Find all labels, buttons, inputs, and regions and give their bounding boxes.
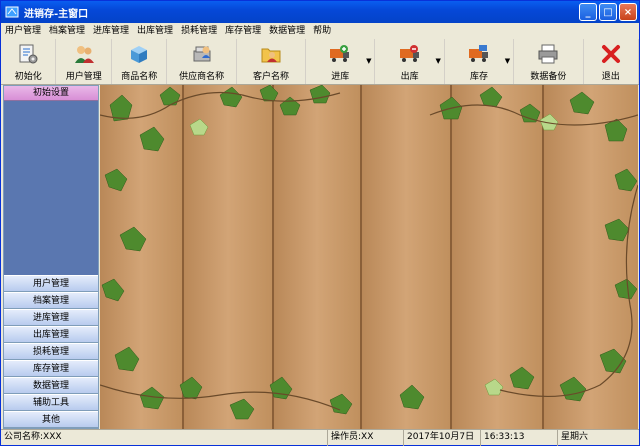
stock-out-dropdown-icon[interactable]: ▼	[435, 57, 440, 65]
init-icon	[16, 42, 40, 66]
status-operator: 操作员:XX	[328, 430, 404, 446]
inventory-dropdown-icon[interactable]: ▼	[505, 57, 510, 65]
exit-x-icon	[599, 42, 623, 66]
exit-button[interactable]: 退出	[584, 39, 639, 84]
menu-archive-management[interactable]: 档案管理	[45, 23, 89, 39]
users-icon	[72, 42, 96, 66]
customer-name-label: 客户名称	[252, 72, 289, 82]
stock-out-button[interactable]: 出库 ▼	[375, 39, 445, 84]
menu-stock-out-management[interactable]: 出库管理	[133, 23, 177, 39]
menu-data-management[interactable]: 数据管理	[265, 23, 309, 39]
sidebar-item-archive-management[interactable]: 档案管理	[4, 292, 98, 309]
truck-in-icon	[328, 42, 352, 66]
stock-in-button[interactable]: 进库 ▼	[306, 39, 376, 84]
init-button[interactable]: 初始化	[1, 39, 57, 84]
menu-help[interactable]: 帮助	[309, 23, 335, 39]
stock-in-label: 进库	[331, 72, 350, 82]
status-time: 16:33:13	[481, 430, 558, 446]
customer-name-button[interactable]: 客户名称	[237, 39, 307, 84]
toolbar: 初始化 用户管理 商品名称 供应商名称 客户名称 进库 ▼ 出库 ▼ 库存 ▼ …	[1, 39, 639, 85]
exit-label: 退出	[601, 72, 620, 82]
stock-in-dropdown-icon[interactable]: ▼	[366, 57, 371, 65]
menu-loss-management[interactable]: 损耗管理	[177, 23, 221, 39]
status-company: 公司名称:XXX	[1, 430, 328, 446]
product-box-icon	[127, 42, 151, 66]
sidebar-item-user-management[interactable]: 用户管理	[4, 275, 98, 292]
sidebar-panel: 初始设置 用户管理 档案管理 进库管理 出库管理 损耗管理 库存管理 数据管理 …	[3, 85, 99, 429]
sidebar-header-initial-settings[interactable]: 初始设置	[4, 86, 98, 101]
sidebar-item-stock-in-management[interactable]: 进库管理	[4, 309, 98, 326]
product-name-label: 商品名称	[121, 72, 158, 82]
sidebar-item-auxiliary-tools[interactable]: 辅助工具	[4, 394, 98, 411]
inventory-label: 库存	[469, 72, 488, 82]
sidebar-item-loss-management[interactable]: 损耗管理	[4, 343, 98, 360]
user-management-button[interactable]: 用户管理	[56, 39, 112, 84]
close-button[interactable]: ×	[619, 3, 637, 21]
menu-inventory-management[interactable]: 库存管理	[221, 23, 265, 39]
data-backup-label: 数据备份	[530, 72, 567, 82]
app-icon	[5, 5, 19, 19]
data-backup-button[interactable]: 数据备份	[514, 39, 584, 84]
product-name-button[interactable]: 商品名称	[112, 39, 168, 84]
truck-out-icon	[398, 42, 422, 66]
background-image-wood-ivy	[100, 85, 638, 429]
status-weekday: 星期六	[561, 432, 589, 442]
sidebar-item-inventory-management[interactable]: 库存管理	[4, 360, 98, 377]
sidebar-item-data-management[interactable]: 数据管理	[4, 377, 98, 394]
maximize-button[interactable]: □	[599, 3, 617, 21]
supplier-name-button[interactable]: 供应商名称	[167, 39, 237, 84]
customer-folder-icon	[259, 42, 283, 66]
init-label: 初始化	[14, 72, 42, 82]
printer-backup-icon	[536, 42, 560, 66]
menu-user-management[interactable]: 用户管理	[1, 23, 45, 39]
status-bar: 公司名称:XXX 操作员:XX 2017年10月7日 16:33:13 星期六	[1, 429, 639, 446]
status-date: 2017年10月7日	[404, 430, 481, 446]
sidebar-item-stock-out-management[interactable]: 出库管理	[4, 326, 98, 343]
sidebar-list: 用户管理 档案管理 进库管理 出库管理 损耗管理 库存管理 数据管理 辅助工具 …	[4, 275, 98, 428]
supplier-name-label: 供应商名称	[179, 72, 225, 82]
main-window: 进销存-主窗口 _ □ × 用户管理 档案管理 进库管理 出库管理 损耗管理 库…	[0, 0, 640, 446]
minimize-button[interactable]: _	[579, 3, 597, 21]
truck-stock-icon	[467, 42, 491, 66]
menu-bar: 用户管理 档案管理 进库管理 出库管理 损耗管理 库存管理 数据管理 帮助	[1, 23, 639, 39]
user-management-label: 用户管理	[65, 72, 102, 82]
window-title: 进销存-主窗口	[24, 8, 89, 20]
inventory-button[interactable]: 库存 ▼	[445, 39, 515, 84]
title-bar[interactable]: 进销存-主窗口 _ □ ×	[1, 1, 639, 23]
stock-out-label: 出库	[400, 72, 419, 82]
menu-stock-in-management[interactable]: 进库管理	[89, 23, 133, 39]
sidebar-item-other[interactable]: 其他	[4, 411, 98, 428]
supplier-icon	[190, 42, 214, 66]
